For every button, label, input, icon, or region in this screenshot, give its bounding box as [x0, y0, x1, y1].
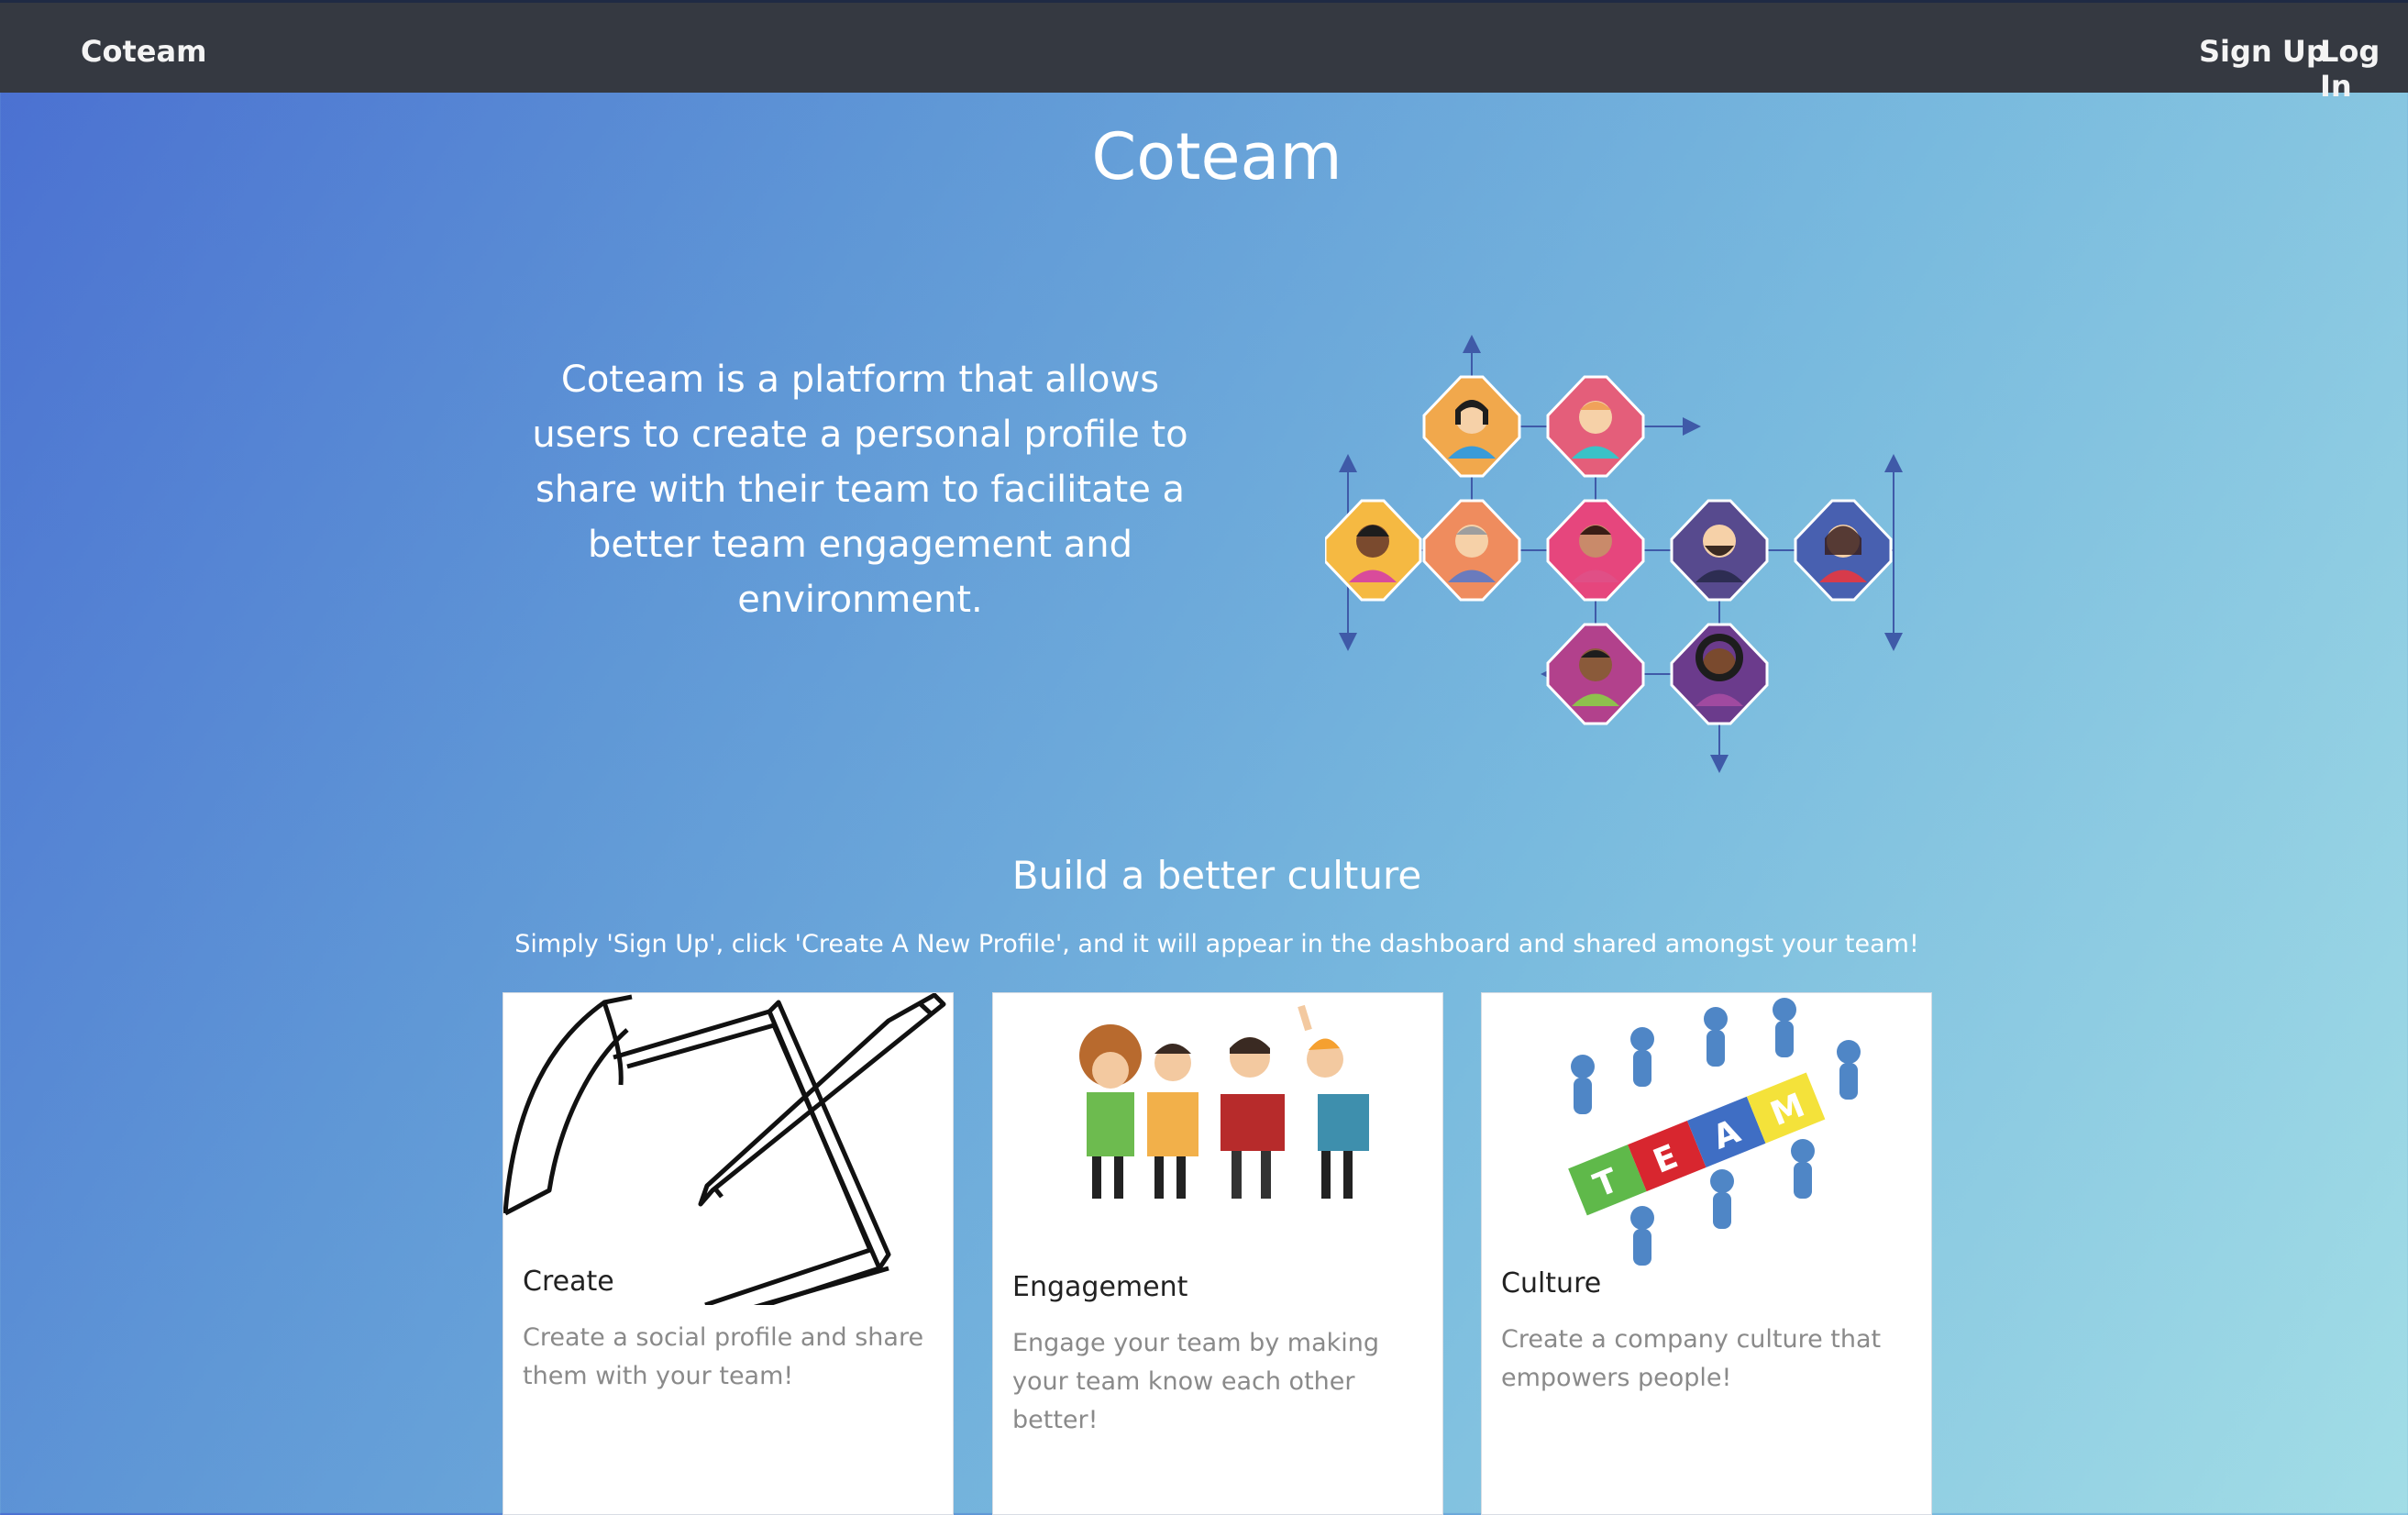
- nav-signup-link[interactable]: Sign Up: [2199, 34, 2327, 69]
- card-text: Engage your team by making your team kno…: [1012, 1329, 1380, 1434]
- team-puzzle-figures-icon: T E A M: [1568, 998, 1861, 1266]
- card-title: Culture: [1501, 1267, 1602, 1299]
- hero-title: Coteam: [1091, 119, 1342, 194]
- top-navbar: Coteam Sign Up Log In: [0, 0, 2408, 104]
- card-culture: T E A M Culture Create a company culture…: [1481, 992, 1932, 1515]
- team-network-illustration: [1325, 335, 1903, 773]
- section-subtitle: Simply 'Sign Up', click 'Create A New Pr…: [514, 930, 1919, 958]
- nav-login-link[interactable]: Log In: [2320, 34, 2408, 104]
- brand-link[interactable]: Coteam: [81, 34, 206, 69]
- notebook-pencil-sketch-icon: [503, 993, 946, 1305]
- hero-description: Coteam is a platform that allows users t…: [532, 359, 1188, 621]
- card-create: Create Create a social profile and share…: [503, 992, 954, 1515]
- card-text: Create a company culture that empowers p…: [1501, 1325, 1882, 1392]
- card-text: Create a social profile and share them w…: [523, 1323, 924, 1390]
- people-puzzle-pieces-icon: [1079, 1004, 1369, 1199]
- section-title: Build a better culture: [1011, 853, 1422, 898]
- card-engagement: Engagement Engage your team by making yo…: [992, 992, 1443, 1515]
- card-title: Engagement: [1012, 1271, 1188, 1303]
- card-title: Create: [523, 1266, 614, 1298]
